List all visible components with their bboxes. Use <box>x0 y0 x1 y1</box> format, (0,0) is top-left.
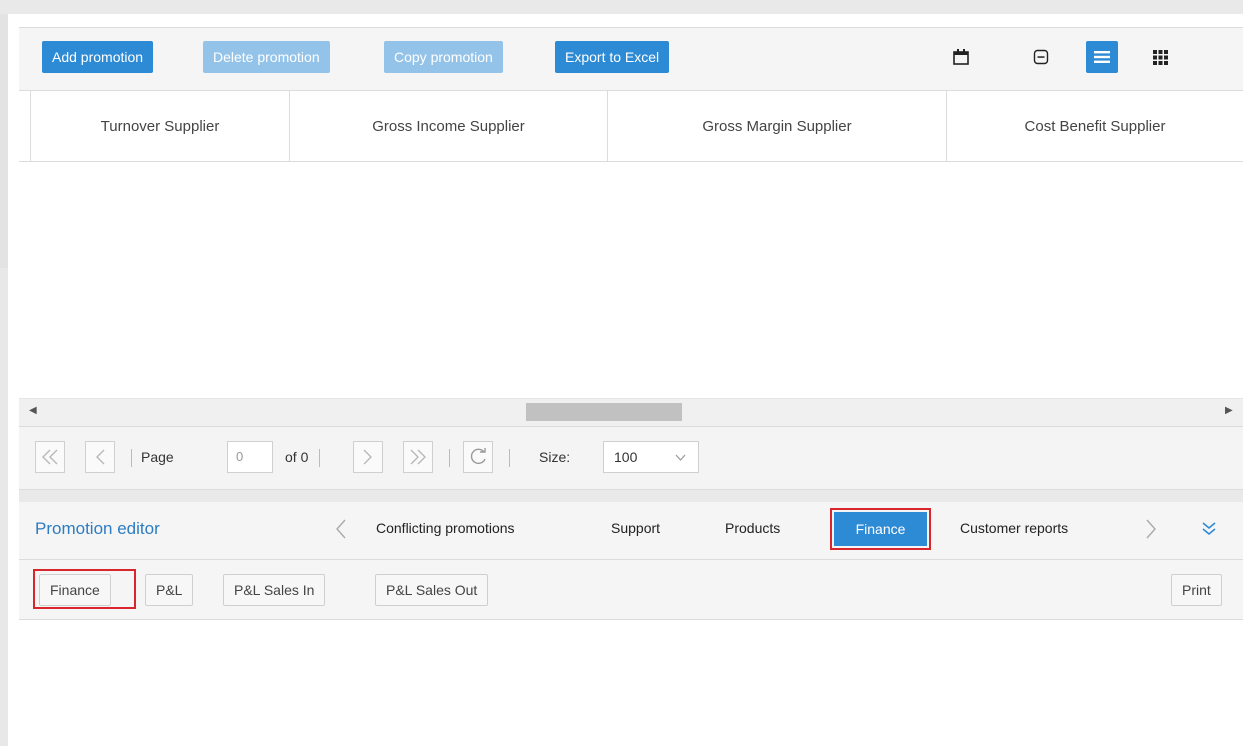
subtab-finance[interactable]: Finance <box>39 574 111 606</box>
editor-body <box>19 620 1243 746</box>
left-gutter <box>0 14 8 268</box>
page-size-select[interactable]: 100 <box>603 441 699 473</box>
size-label: Size: <box>539 449 571 465</box>
tab-support[interactable]: Support <box>611 520 660 536</box>
scroll-right-icon[interactable]: ▶ <box>1225 405 1233 416</box>
print-button[interactable]: Print <box>1171 574 1222 606</box>
page-number-input[interactable]: 0 <box>227 441 273 473</box>
top-gap <box>0 0 1243 14</box>
page-size-value: 100 <box>614 449 638 465</box>
promotion-editor-header: Promotion editor Conflicting promotions … <box>19 502 1243 560</box>
scroll-left-icon[interactable]: ◀ <box>29 405 37 416</box>
grid-header-spacer <box>19 91 31 162</box>
pager-separator <box>449 449 450 467</box>
column-gross-margin-supplier[interactable]: Gross Margin Supplier <box>608 91 947 162</box>
tab-conflicting-promotions[interactable]: Conflicting promotions <box>376 520 515 536</box>
subtab-pl[interactable]: P&L <box>145 574 194 606</box>
subtab-pl-sales-in[interactable]: P&L Sales In <box>223 574 326 606</box>
column-cost-benefit-supplier[interactable]: Cost Benefit Supplier <box>947 91 1243 162</box>
previous-page-icon[interactable] <box>85 441 115 473</box>
tab-customer-reports[interactable]: Customer reports <box>960 520 1068 536</box>
section-gap <box>19 490 1243 502</box>
grid-header: Turnover Supplier Gross Income Supplier … <box>19 90 1243 162</box>
last-page-icon[interactable] <box>403 441 433 473</box>
column-gross-income-supplier[interactable]: Gross Income Supplier <box>290 91 608 162</box>
column-turnover-supplier[interactable]: Turnover Supplier <box>31 91 290 162</box>
export-excel-button[interactable]: Export to Excel <box>555 41 670 73</box>
collapse-icon[interactable] <box>1025 41 1057 73</box>
pager-separator <box>319 449 320 467</box>
horizontal-scrollbar[interactable]: ◀ ▶ <box>19 398 1243 426</box>
next-page-icon[interactable] <box>353 441 383 473</box>
calendar-icon[interactable] <box>945 41 977 73</box>
tab-finance-label: Finance <box>834 512 927 546</box>
tabs-prev-icon[interactable] <box>335 518 347 543</box>
copy-promotion-button[interactable]: Copy promotion <box>384 41 503 73</box>
subtab-pl-sales-out[interactable]: P&L Sales Out <box>375 574 489 606</box>
scrollbar-thumb[interactable] <box>526 403 682 421</box>
list-view-icon[interactable] <box>1086 41 1118 73</box>
chevron-down-icon <box>675 442 686 472</box>
finance-subtabs: Finance P&L P&L Sales In P&L Sales Out P… <box>19 560 1243 620</box>
grid-body <box>19 162 1243 398</box>
expand-double-chevron-icon[interactable] <box>1202 522 1216 539</box>
tabs-next-icon[interactable] <box>1145 518 1157 543</box>
pager-separator <box>131 449 132 467</box>
tab-finance[interactable]: Finance <box>830 508 931 550</box>
first-page-icon[interactable] <box>35 441 65 473</box>
tab-products[interactable]: Products <box>725 520 780 536</box>
page-count-label: of 0 <box>285 449 309 465</box>
grid-toolbar: Add promotion Delete promotion Copy prom… <box>19 27 1243 90</box>
editor-title: Promotion editor <box>35 519 160 538</box>
delete-promotion-button[interactable]: Delete promotion <box>203 41 330 73</box>
grid-view-icon[interactable] <box>1144 41 1176 73</box>
add-promotion-button[interactable]: Add promotion <box>42 41 154 73</box>
pager: Page 0 of 0 Size: 100 <box>19 426 1243 490</box>
refresh-icon[interactable] <box>463 441 493 473</box>
pager-separator <box>509 449 510 467</box>
page-label: Page <box>141 449 174 465</box>
left-gutter-lower <box>0 268 8 746</box>
